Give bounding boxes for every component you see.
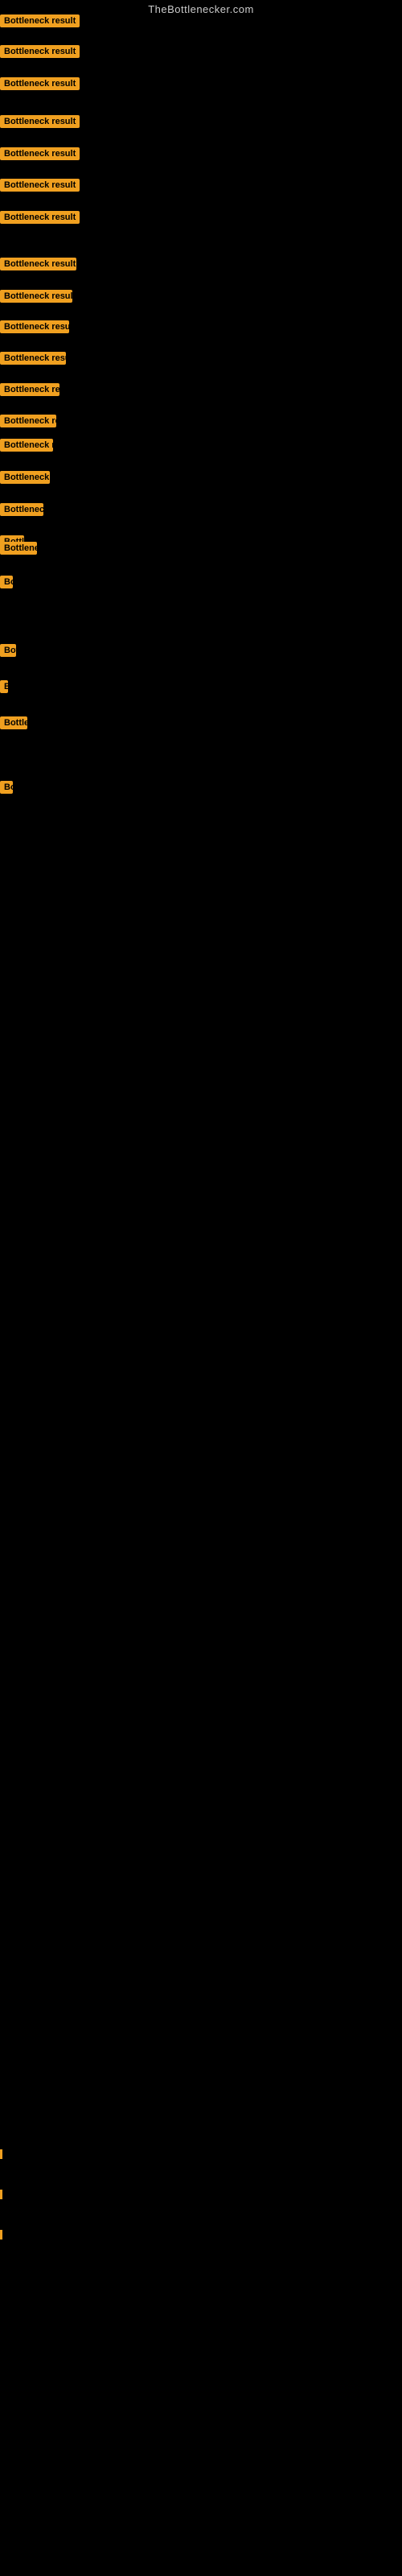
badge-row-20: Bot	[0, 644, 16, 661]
badge-row-21: B	[0, 680, 8, 697]
badge-row-4: Bottleneck result	[0, 115, 80, 132]
bottleneck-badge[interactable]: Bottleneck result	[0, 320, 69, 333]
badge-row-1: Bottleneck result	[0, 14, 80, 31]
badge-row-12: Bottleneck res	[0, 383, 59, 400]
badge-row-8: Bottleneck result	[0, 258, 76, 275]
bottleneck-badge[interactable]: Bottleneck res	[0, 383, 59, 396]
bottleneck-badge[interactable]: Bottle	[0, 716, 27, 729]
bar-3	[0, 2230, 2, 2240]
bottleneck-badge[interactable]: Bottleneck result	[0, 77, 80, 90]
bottleneck-badge[interactable]: Bottleneck res	[0, 415, 56, 427]
badge-row-11: Bottleneck result	[0, 352, 66, 369]
badge-row-19: Bo	[0, 576, 13, 592]
badge-row-18: Bottlene	[0, 542, 37, 559]
bottleneck-badge[interactable]: Bottleneck result	[0, 258, 76, 270]
badge-row-2: Bottleneck result	[0, 45, 80, 62]
bottleneck-badge[interactable]: Bottlene	[0, 542, 37, 555]
bottleneck-badge[interactable]: Bottleneck result	[0, 179, 80, 192]
bottleneck-badge[interactable]: Bottleneck	[0, 503, 43, 516]
badge-row-3: Bottleneck result	[0, 77, 80, 94]
badge-row-14: Bottleneck res	[0, 439, 53, 456]
bottleneck-badge[interactable]: B	[0, 680, 8, 693]
bottleneck-badge[interactable]: Bo	[0, 781, 13, 794]
bottleneck-badge[interactable]: Bottleneck result	[0, 352, 66, 365]
bottleneck-badge[interactable]: Bot	[0, 644, 16, 657]
bottleneck-badge[interactable]: Bottleneck result	[0, 115, 80, 128]
bottleneck-badge[interactable]: Bottleneck result	[0, 147, 80, 160]
badge-row-6: Bottleneck result	[0, 179, 80, 196]
badge-row-13: Bottleneck res	[0, 415, 56, 431]
bar-1	[0, 2149, 2, 2159]
bottleneck-badge[interactable]: Bottleneck result	[0, 14, 80, 27]
badge-row-5: Bottleneck result	[0, 147, 80, 164]
badge-row-23: Bo	[0, 781, 13, 798]
badge-row-10: Bottleneck result	[0, 320, 69, 337]
badge-row-15: Bottleneck re	[0, 471, 50, 488]
bottleneck-badge[interactable]: Bottleneck res	[0, 439, 53, 452]
bar-2	[0, 2190, 2, 2199]
bottleneck-badge[interactable]: Bo	[0, 576, 13, 588]
bottleneck-badge[interactable]: Bottleneck result	[0, 211, 80, 224]
bottleneck-badge[interactable]: Bottleneck result	[0, 45, 80, 58]
bottleneck-badge[interactable]: Bottleneck re	[0, 471, 50, 484]
badge-row-22: Bottle	[0, 716, 27, 733]
bottleneck-badge[interactable]: Bottleneck result	[0, 290, 72, 303]
badge-row-9: Bottleneck result	[0, 290, 72, 307]
badge-row-16: Bottleneck	[0, 503, 43, 520]
badge-row-7: Bottleneck result	[0, 211, 80, 228]
